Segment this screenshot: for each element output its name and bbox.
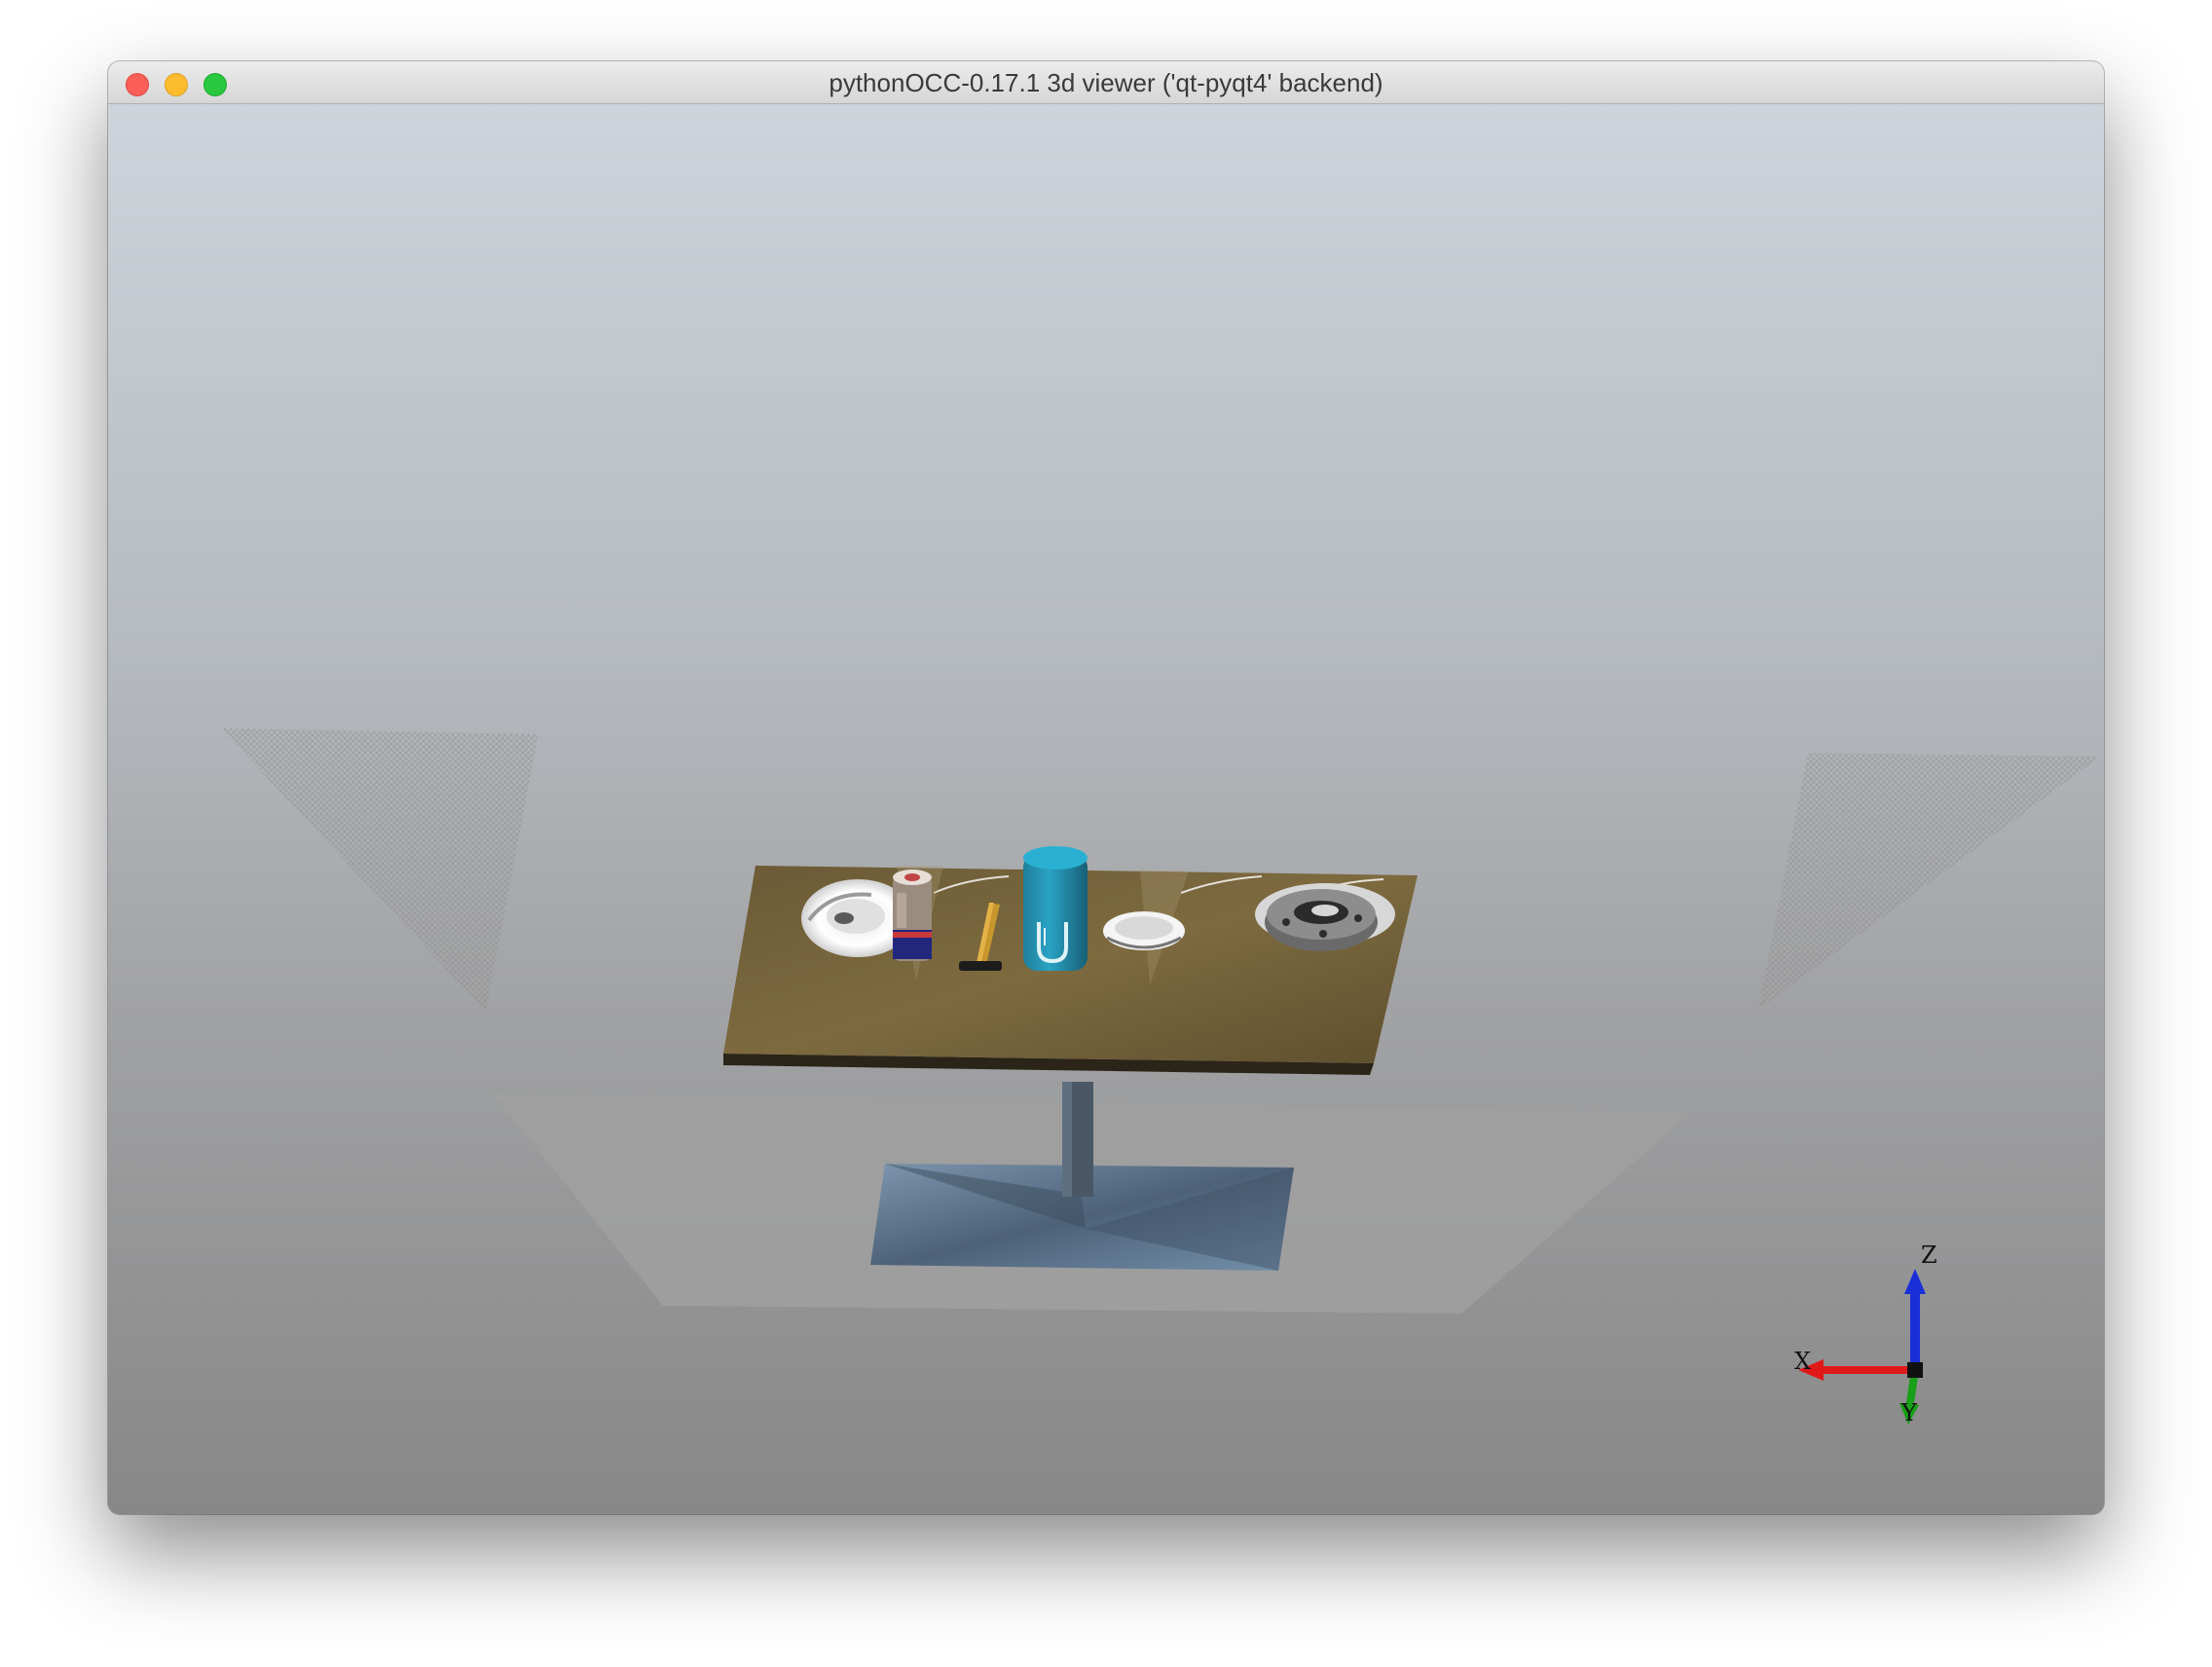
left-wall-mesh — [221, 728, 538, 1012]
viewer-window: pythonOCC-0.17.1 3d viewer ('qt-pyqt4' b… — [108, 61, 2104, 1514]
blue-can — [1023, 846, 1088, 971]
right-wall-mesh — [1758, 753, 2100, 1010]
scene-canvas[interactable] — [108, 104, 2104, 1514]
title-bar[interactable]: pythonOCC-0.17.1 3d viewer ('qt-pyqt4' b… — [108, 61, 2104, 104]
window-title: pythonOCC-0.17.1 3d viewer ('qt-pyqt4' b… — [829, 68, 1383, 97]
white-bowl — [1103, 911, 1185, 950]
3d-viewport[interactable]: Z X Y — [108, 104, 2104, 1514]
jar — [893, 870, 932, 961]
